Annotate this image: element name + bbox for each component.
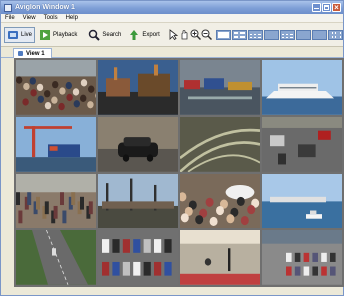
pan-icon [181,30,188,40]
search-icon [89,29,101,41]
playback-button[interactable]: Playback [36,27,80,43]
live-label: Live [21,31,33,38]
camera-tile-container-crane[interactable] [16,116,96,172]
close-icon: × [334,3,339,12]
camera-tile-rail-yard[interactable] [180,116,260,172]
camera-feed [98,230,178,285]
playback-icon [40,29,51,40]
camera-feed [16,230,96,285]
camera-feed [180,230,260,285]
layout-button-2plus8[interactable] [327,29,343,40]
layout-button-1plus5[interactable] [279,29,295,40]
layout-button-1plus7[interactable] [295,29,311,40]
camera-tile-parked-car[interactable] [98,116,178,172]
camera-feed [98,60,178,115]
camera-tile-crowd[interactable] [16,60,96,115]
menu-tools[interactable]: Tools [40,15,62,21]
live-button[interactable]: Live [4,26,36,43]
pan-tool[interactable] [179,27,190,43]
camera-tile-highway-overhead[interactable] [16,230,96,285]
camera-tile-industrial-plant[interactable] [98,60,178,115]
view-tabs: View 1 [1,47,343,58]
camera-tile-cruise-ship[interactable] [262,60,342,115]
app-icon [4,3,12,12]
tab-label: View 1 [26,50,45,57]
search-label: Search [102,31,122,38]
menu-help[interactable]: Help [62,15,82,21]
zoom-in-icon [190,29,201,40]
camera-tile-parking-aerial[interactable] [262,230,342,285]
camera-tile-harbor[interactable] [262,173,342,229]
camera-tile-market-crowd[interactable] [180,173,260,229]
title-bar[interactable]: AvigIon Window 1 × [1,1,343,14]
camera-tile-crowd-street[interactable] [16,173,96,229]
search-button[interactable]: Search [85,27,124,43]
layout-button-2x2[interactable] [231,29,247,40]
zoom-in-tool[interactable] [190,27,201,43]
window-title: AvigIon Window 1 [15,4,75,11]
pointer-tool[interactable] [168,27,179,43]
layout-button-1plus12[interactable] [311,29,327,40]
menu-file[interactable]: File [1,15,19,21]
zoom-out-icon [201,29,212,40]
camera-feed [16,116,96,172]
camera-tile-parking-lot[interactable] [98,230,178,285]
camera-tile-plaza[interactable] [180,230,260,285]
close-button[interactable]: × [332,3,341,12]
camera-feed [180,173,260,229]
export-icon [130,29,139,40]
camera-feed [262,230,342,285]
app-window: AvigIon Window 1 × File View Tools Help … [0,0,344,296]
export-label: Export [142,31,160,38]
layout-button-1x1[interactable] [215,29,231,40]
window-controls: × [312,3,341,12]
maximize-icon [324,5,329,10]
live-icon [8,30,18,39]
layout-selector [215,29,344,40]
pointer-icon [169,29,178,40]
maximize-button[interactable] [322,3,331,12]
layout-button-3x3[interactable] [247,29,263,40]
camera-feed [180,116,260,172]
camera-tile-street-traffic[interactable] [262,116,342,172]
camera-tile-port-containers[interactable] [180,60,260,115]
camera-grid [14,58,344,287]
camera-tile-shipyard[interactable] [98,173,178,229]
minimize-button[interactable] [312,3,321,12]
layout-button-4x4[interactable] [263,29,279,40]
playback-label: Playback [53,31,78,38]
camera-feed [262,60,342,115]
camera-feed [98,173,178,229]
status-bar [1,287,343,295]
tab-view-1[interactable]: View 1 [13,48,52,58]
toolbar: Live Playback Search Export [1,23,343,47]
camera-feed [262,173,342,229]
menu-bar: File View Tools Help [1,14,343,23]
camera-feed [16,173,96,229]
export-button[interactable]: Export [125,27,162,43]
camera-feed [98,116,178,172]
menu-view[interactable]: View [19,15,40,21]
minimize-icon [314,8,319,9]
camera-feed [262,116,342,172]
camera-feed [180,60,260,115]
camera-feed [16,60,96,115]
zoom-out-tool[interactable] [201,27,212,43]
view-icon [18,51,23,56]
